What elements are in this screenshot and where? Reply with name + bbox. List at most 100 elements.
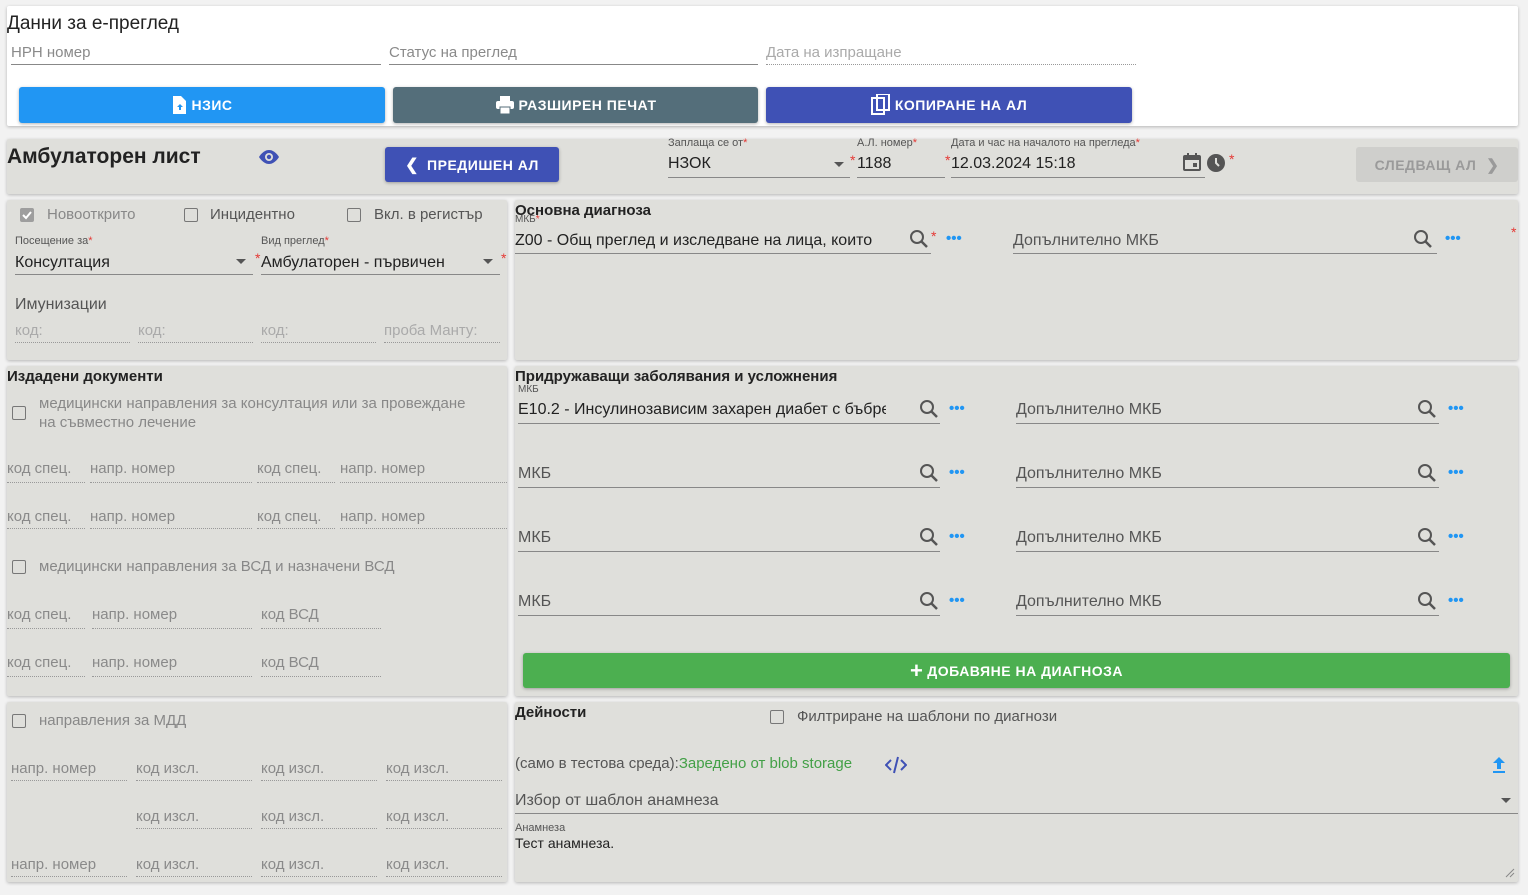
al-number-input[interactable]: 1188: [857, 155, 891, 173]
resize-handle-icon[interactable]: [1505, 868, 1515, 878]
copy-al-button[interactable]: КОПИРАНЕ НА АЛ: [766, 87, 1132, 123]
mdd-code-3[interactable]: код изсл.: [386, 760, 449, 777]
search-icon[interactable]: [919, 399, 939, 419]
consult-referral-checkbox[interactable]: [12, 406, 26, 420]
mdd-label: направления за МДД: [39, 712, 187, 729]
comorb-extra-3[interactable]: Допълнително МКБ: [1016, 529, 1162, 547]
paid-by-label: Заплаща се от: [668, 137, 744, 149]
ref-num-3[interactable]: напр. номер: [90, 508, 175, 525]
more-icon[interactable]: •••: [949, 592, 965, 609]
more-icon[interactable]: •••: [949, 400, 965, 417]
anamnesis-textarea[interactable]: Тест анамнеза.: [515, 835, 614, 851]
mdd-code-4[interactable]: код изсл.: [136, 808, 199, 825]
imm-code-3[interactable]: код:: [261, 322, 289, 339]
search-icon[interactable]: [919, 527, 939, 547]
mdd-code-2[interactable]: код изсл.: [261, 760, 324, 777]
clock-icon[interactable]: [1206, 153, 1226, 173]
vsd-ref-2[interactable]: напр. номер: [92, 654, 177, 671]
spec-code-4[interactable]: код спец.: [257, 508, 321, 525]
next-al-button[interactable]: СЛЕДВАЩ АЛ ❯: [1356, 147, 1518, 182]
exam-datetime-label: Дата и час на началото на прегледа: [951, 137, 1136, 149]
comorb-mkb-label: МКБ: [518, 384, 539, 395]
search-icon[interactable]: [919, 463, 939, 483]
register-checkbox[interactable]: [347, 208, 361, 222]
comorb-mkb-input-2[interactable]: МКБ: [518, 465, 551, 483]
more-icon[interactable]: •••: [1448, 400, 1464, 417]
vsd-code-2[interactable]: код ВСД: [261, 654, 319, 671]
mdd-ref-1[interactable]: напр. номер: [11, 760, 96, 777]
more-icon[interactable]: •••: [949, 464, 965, 481]
spec-code-1[interactable]: код спец.: [7, 460, 71, 477]
exam-type-select[interactable]: Амбулаторен - първичен: [261, 254, 445, 272]
add-diagnosis-button[interactable]: + ДОБАВЯНЕ НА ДИАГНОЗА: [523, 653, 1510, 688]
more-icon[interactable]: •••: [1445, 230, 1461, 247]
status-field[interactable]: Статус на преглед: [389, 44, 517, 61]
search-icon[interactable]: [919, 591, 939, 611]
calendar-icon[interactable]: [1183, 153, 1201, 171]
visit-for-select[interactable]: Консултация: [15, 254, 110, 272]
incident-checkbox[interactable]: [184, 208, 198, 222]
ref-num-4[interactable]: напр. номер: [340, 508, 425, 525]
search-icon[interactable]: [1413, 229, 1433, 249]
more-icon[interactable]: •••: [946, 230, 962, 247]
mdd-code-1[interactable]: код изсл.: [136, 760, 199, 777]
mdd-code-5[interactable]: код изсл.: [261, 808, 324, 825]
comorb-mkb-input-1[interactable]: E10.2 - Инсулинозависим захарен диабет с…: [518, 401, 886, 419]
template-select[interactable]: Избор от шаблон анамнеза: [515, 792, 719, 810]
mdd-code-6[interactable]: код изсл.: [386, 808, 449, 825]
mantu-test[interactable]: проба Манту:: [384, 322, 478, 339]
comorb-mkb-input-3[interactable]: МКБ: [518, 529, 551, 547]
search-icon[interactable]: [909, 229, 929, 249]
search-icon[interactable]: [1417, 527, 1437, 547]
send-date-field[interactable]: Дата на изпращане: [766, 44, 902, 61]
issued-documents-panel: Издадени документи медицински направлени…: [7, 366, 507, 696]
more-icon[interactable]: •••: [949, 528, 965, 545]
eye-icon[interactable]: [257, 149, 281, 165]
prev-al-button[interactable]: ❮ ПРЕДИШЕН АЛ: [385, 147, 559, 182]
nzis-button[interactable]: НЗИС: [19, 87, 385, 123]
code-icon[interactable]: [885, 756, 907, 774]
imm-code-1[interactable]: код:: [15, 322, 43, 339]
incident-label: Инцидентно: [210, 206, 295, 223]
spec-code-2[interactable]: код спец.: [257, 460, 321, 477]
mdd-code-8[interactable]: код изсл.: [261, 856, 324, 873]
vsd-ref-1[interactable]: напр. номер: [92, 606, 177, 623]
comorb-extra-4[interactable]: Допълнително МКБ: [1016, 593, 1162, 611]
imm-code-2[interactable]: код:: [138, 322, 166, 339]
comorb-mkb-input-4[interactable]: МКБ: [518, 593, 551, 611]
vsd-spec-2[interactable]: код спец.: [7, 654, 71, 671]
vsd-referral-label: медицински направления за ВСД и назначен…: [39, 558, 395, 575]
upload-icon[interactable]: [1491, 756, 1507, 774]
mdd-code-9[interactable]: код изсл.: [386, 856, 449, 873]
mdd-code-7[interactable]: код изсл.: [136, 856, 199, 873]
loaded-status: Заредено от blob storage: [678, 755, 853, 772]
visit-for-label: Посещение за: [15, 235, 89, 247]
comorb-extra-1[interactable]: Допълнително МКБ: [1016, 401, 1162, 419]
comorb-extra-2[interactable]: Допълнително МКБ: [1016, 465, 1162, 483]
ref-num-2[interactable]: напр. номер: [340, 460, 425, 477]
search-icon[interactable]: [1417, 463, 1437, 483]
vsd-referral-checkbox[interactable]: [12, 560, 26, 574]
filter-templates-checkbox[interactable]: [770, 710, 784, 724]
more-icon[interactable]: •••: [1448, 464, 1464, 481]
chevron-down-icon: [236, 259, 246, 264]
more-icon[interactable]: •••: [1448, 592, 1464, 609]
comorbidities-panel: Придружаващи заболявания и усложнения МК…: [515, 366, 1518, 696]
mdd-ref-2[interactable]: напр. номер: [11, 856, 96, 873]
extended-print-button[interactable]: РАЗШИРЕН ПЕЧАТ: [393, 87, 758, 123]
search-icon[interactable]: [1417, 399, 1437, 419]
search-icon[interactable]: [1417, 591, 1437, 611]
main-extra-mkb-input[interactable]: Допълнително МКБ: [1013, 232, 1159, 250]
main-mkb-input[interactable]: Z00 - Общ преглед и изследване на лица, …: [515, 232, 900, 250]
vsd-spec-1[interactable]: код спец.: [7, 606, 71, 623]
mdd-checkbox[interactable]: [12, 714, 26, 728]
exam-datetime-input[interactable]: 12.03.2024 15:18: [951, 155, 1076, 173]
ref-num-1[interactable]: напр. номер: [90, 460, 175, 477]
vsd-code-1[interactable]: код ВСД: [261, 606, 319, 623]
paid-by-select[interactable]: НЗОК: [668, 155, 711, 173]
spec-code-3[interactable]: код спец.: [7, 508, 71, 525]
nrn-field[interactable]: НРН номер: [11, 44, 90, 61]
activities-title: Дейности: [515, 704, 587, 721]
copy-icon: [870, 94, 890, 115]
more-icon[interactable]: •••: [1448, 528, 1464, 545]
